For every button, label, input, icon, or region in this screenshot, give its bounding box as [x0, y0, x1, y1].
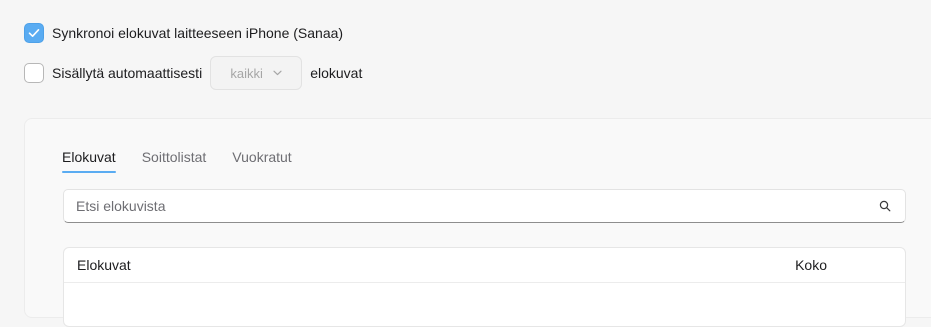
- search-field[interactable]: [63, 189, 906, 223]
- movies-panel: Elokuvat Soittolistat Vuokratut Elokuvat…: [24, 118, 931, 327]
- search-icon[interactable]: [879, 200, 891, 212]
- tab-movies[interactable]: Elokuvat: [62, 149, 116, 173]
- auto-include-label: Sisällytä automaattisesti: [52, 65, 203, 81]
- search-input[interactable]: [76, 198, 879, 214]
- auto-include-row: Sisällytä automaattisesti kaikki elokuva…: [24, 56, 362, 90]
- chevron-down-icon: [273, 70, 282, 76]
- sync-movies-checkbox[interactable]: [24, 23, 44, 43]
- column-header-size[interactable]: Koko: [795, 257, 827, 273]
- tab-bar: Elokuvat Soittolistat Vuokratut: [62, 149, 292, 173]
- checkmark-icon: [28, 29, 40, 37]
- sync-movies-label: Synkronoi elokuvat laitteeseen iPhone (S…: [52, 25, 344, 41]
- auto-include-select-value: kaikki: [230, 65, 263, 81]
- tab-rentals[interactable]: Vuokratut: [232, 149, 291, 173]
- column-header-movies[interactable]: Elokuvat: [77, 257, 131, 273]
- auto-include-select[interactable]: kaikki: [210, 56, 303, 90]
- movies-table: Elokuvat Koko: [63, 247, 906, 327]
- sync-movies-row: Synkronoi elokuvat laitteeseen iPhone (S…: [24, 23, 343, 43]
- table-header: Elokuvat Koko: [64, 248, 905, 283]
- tab-playlists[interactable]: Soittolistat: [142, 149, 207, 173]
- auto-include-checkbox[interactable]: [24, 63, 44, 83]
- auto-include-suffix: elokuvat: [310, 65, 363, 81]
